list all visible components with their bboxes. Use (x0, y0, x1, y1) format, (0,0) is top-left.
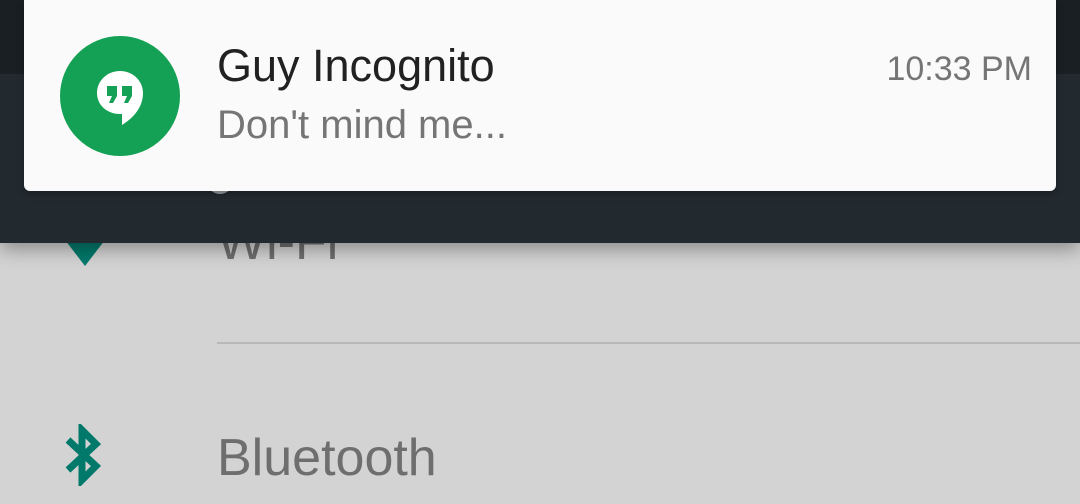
bluetooth-icon (60, 421, 108, 489)
notification-message: Don't mind me... (217, 103, 507, 147)
settings-item-bluetooth[interactable]: Bluetooth (0, 344, 1080, 504)
notification-time: 10:33 PM (886, 50, 1032, 88)
hangouts-icon (97, 71, 143, 125)
notification-title: Guy Incognito (217, 40, 495, 91)
app-avatar (60, 36, 180, 156)
heads-up-notification[interactable]: Guy Incognito Don't mind me... 10:33 PM (24, 0, 1056, 191)
settings-item-label: Bluetooth (217, 429, 437, 487)
